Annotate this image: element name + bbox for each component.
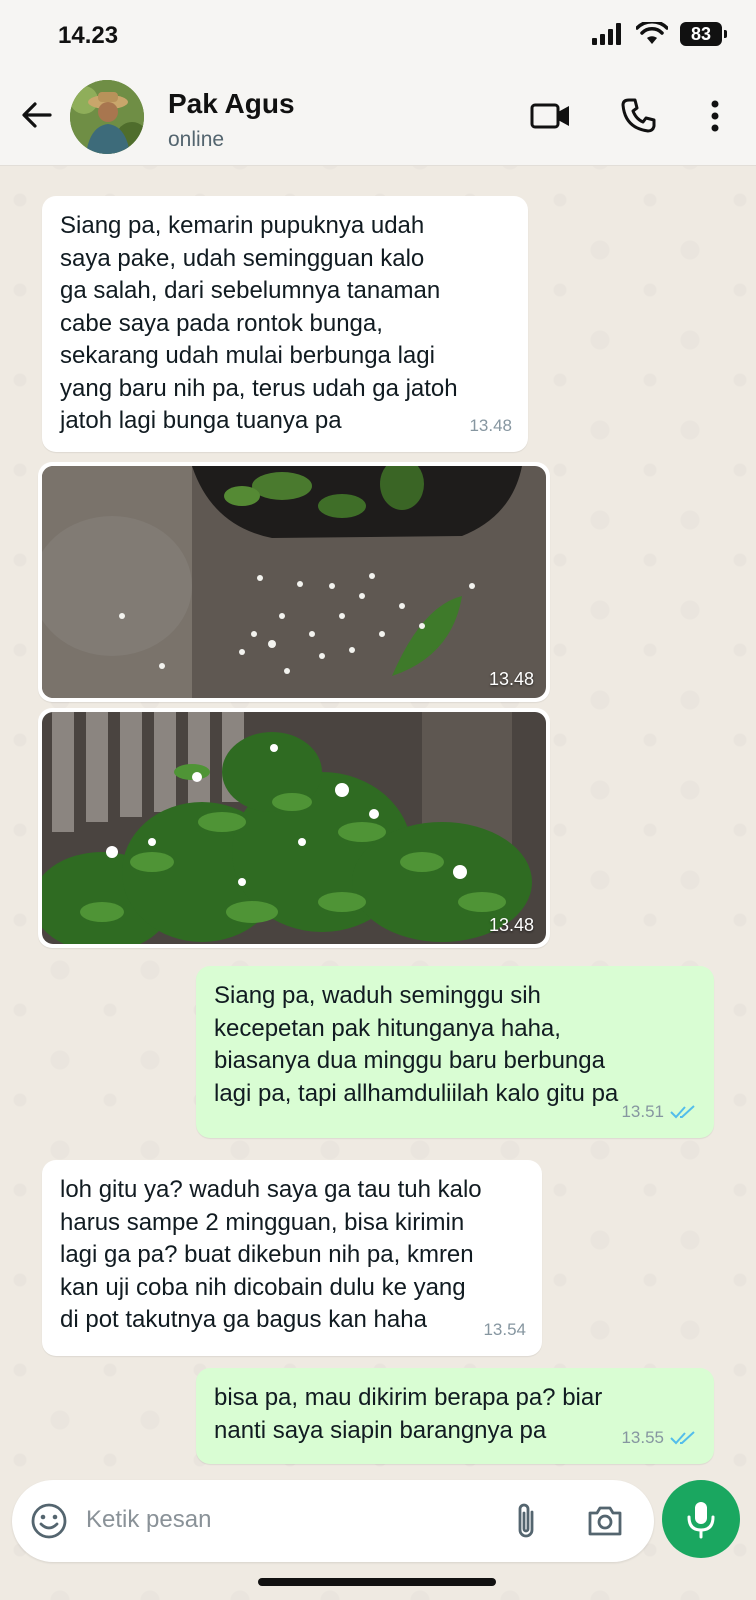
contact-status: online xyxy=(168,128,225,151)
message-meta: 13.54 xyxy=(483,1314,526,1347)
message-text: loh gitu ya? waduh saya ga tau tuh kalo … xyxy=(60,1176,482,1333)
voice-record-button[interactable] xyxy=(662,1480,740,1558)
photo-chili-plants[interactable] xyxy=(42,712,546,944)
message-bubble-outgoing[interactable]: bisa pa, mau dikirim berapa pa? biar nan… xyxy=(196,1368,714,1464)
message-time: 13.51 xyxy=(621,1101,664,1121)
video-call-icon[interactable] xyxy=(530,98,572,134)
message-meta: 13.51 xyxy=(621,1096,698,1129)
status-bar: 14.23 83 xyxy=(0,0,756,70)
contact-avatar[interactable] xyxy=(70,80,144,154)
signal-icon xyxy=(592,23,621,45)
message-time: 13.48 xyxy=(469,415,512,435)
image-time: 13.48 xyxy=(488,915,534,935)
read-receipt-icon xyxy=(670,1105,695,1119)
message-composer[interactable]: Ketik pesan xyxy=(12,1480,654,1562)
more-options-icon[interactable] xyxy=(700,96,730,136)
message-bubble-incoming[interactable]: loh gitu ya? waduh saya ga tau tuh kalo … xyxy=(42,1160,542,1356)
emoji-icon[interactable] xyxy=(30,1502,68,1540)
image-message[interactable]: 13.48 xyxy=(38,462,550,702)
read-receipt-icon xyxy=(670,1431,695,1445)
message-meta: 13.48 xyxy=(469,410,512,443)
status-time: 14.23 xyxy=(58,22,119,49)
wifi-icon xyxy=(636,22,668,44)
image-time: 13.48 xyxy=(488,669,534,689)
voice-call-icon[interactable] xyxy=(620,96,658,134)
message-time: 13.54 xyxy=(483,1319,526,1339)
image-message[interactable]: 13.48 xyxy=(38,708,550,948)
contact-name[interactable]: Pak Agus xyxy=(168,88,295,120)
message-input[interactable]: Ketik pesan xyxy=(86,1506,211,1534)
battery-indicator: 83 xyxy=(680,22,727,46)
message-meta: 13.55 xyxy=(621,1422,698,1455)
camera-icon[interactable] xyxy=(586,1502,624,1540)
photo-fallen-flowers[interactable] xyxy=(42,466,546,698)
chat-header: Pak Agus online xyxy=(0,70,756,166)
message-bubble-outgoing[interactable]: Siang pa, waduh seminggu sih kecepetan p… xyxy=(196,966,714,1138)
message-time: 13.55 xyxy=(621,1427,664,1447)
message-bubble-incoming[interactable]: Siang pa, kemarin pupuknya udah saya pak… xyxy=(42,196,528,452)
attachment-icon[interactable] xyxy=(510,1500,544,1542)
message-text: Siang pa, kemarin pupuknya udah saya pak… xyxy=(60,212,458,434)
home-indicator xyxy=(258,1578,496,1586)
microphone-icon xyxy=(687,1502,715,1539)
back-arrow-icon[interactable] xyxy=(18,96,56,134)
message-text: Siang pa, waduh seminggu sih kecepetan p… xyxy=(214,982,619,1107)
status-icons: 83 xyxy=(592,22,727,46)
